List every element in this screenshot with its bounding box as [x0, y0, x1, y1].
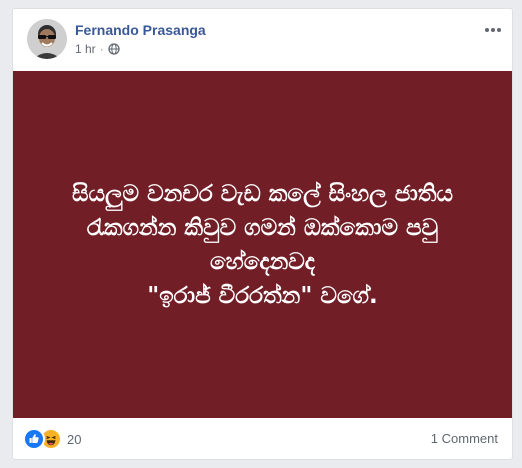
post-image[interactable]: සියලුම වනචර වැඩ කලේ සිංහල ජාතිය රැකගන්න … [13, 71, 512, 418]
post-image-text-line: රැකගන්න කිවුව ගමන් ඔක්කොම පවු [86, 214, 439, 241]
post-meta: 1 hr · [75, 42, 120, 56]
comments-count-link[interactable]: 1 Comment [431, 431, 498, 446]
meta-separator: · [99, 42, 104, 56]
page: Fernando Prasanga 1 hr · සියලුම වනචර වැඩ… [0, 0, 522, 468]
post-card: Fernando Prasanga 1 hr · සියලුම වනචර වැඩ… [12, 8, 513, 460]
post-footer: 20 1 Comment [13, 418, 512, 460]
more-horizontal-icon[interactable] [482, 21, 504, 39]
post-header: Fernando Prasanga 1 hr · [13, 9, 512, 71]
reaction-count: 20 [67, 431, 82, 447]
post-image-text-line: සියලුම වනචර වැඩ කලේ සිංහල ජාතිය [71, 180, 454, 207]
post-image-text-line: හේදෙනවද [209, 248, 316, 275]
post-image-text-line: "ඉරාජ් වීරරත්න" වගේ. [147, 282, 378, 309]
author-name[interactable]: Fernando Prasanga [75, 22, 206, 38]
like-reaction-icon [23, 428, 45, 450]
post-timestamp[interactable]: 1 hr [75, 42, 96, 56]
reactions-summary[interactable]: 20 [23, 428, 81, 450]
globe-icon[interactable] [108, 43, 120, 55]
avatar-photo-icon [27, 19, 67, 59]
avatar[interactable] [27, 19, 67, 59]
